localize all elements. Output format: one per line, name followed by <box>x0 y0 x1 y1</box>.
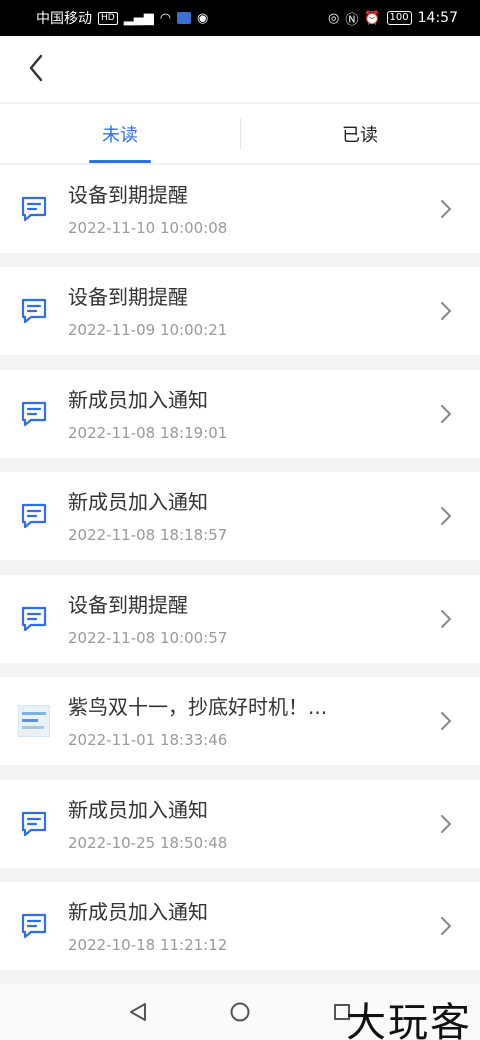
list-item[interactable]: 新成员加入通知 2022-11-08 18:19:01 <box>0 370 480 458</box>
chevron-right-icon <box>438 709 454 733</box>
message-title: 设备到期提醒 <box>68 593 188 617</box>
message-icon <box>18 193 50 225</box>
tab-unread-label: 未读 <box>102 124 138 146</box>
message-time: 2022-11-08 18:19:01 <box>68 424 228 442</box>
signal-icon: ▂▄▆ <box>123 10 154 26</box>
message-icon <box>18 808 50 840</box>
chevron-right-icon <box>438 197 454 221</box>
status-right: ◎ Ⓝ ⏰ 100 14:57 <box>328 9 458 28</box>
alarm-icon: ⏰ <box>364 10 381 26</box>
message-icon <box>18 295 50 327</box>
chevron-right-icon <box>438 402 454 426</box>
message-time: 2022-10-25 18:50:48 <box>68 834 228 852</box>
chevron-right-icon <box>438 812 454 836</box>
hd-badge: HD <box>98 11 118 25</box>
list-item[interactable]: 设备到期提醒 2022-11-08 10:00:57 <box>0 575 480 663</box>
tab-bar: 未读 已读 <box>0 104 480 164</box>
notification-icon: ◉ <box>197 10 209 26</box>
message-title: 设备到期提醒 <box>68 183 188 207</box>
chevron-right-icon <box>438 914 454 938</box>
message-icon <box>18 910 50 942</box>
back-button[interactable] <box>18 50 54 86</box>
nav-back-icon[interactable] <box>124 998 152 1026</box>
battery-icon: 100 <box>386 11 412 25</box>
tab-read-label: 已读 <box>342 124 378 146</box>
message-title: 新成员加入通知 <box>68 900 208 924</box>
list-item[interactable]: 新成员加入通知 2022-10-25 18:50:48 <box>0 780 480 868</box>
status-left: 中国移动 HD ▂▄▆ ◠ ◉ <box>36 8 208 28</box>
list-item[interactable]: 设备到期提醒 2022-11-10 10:00:08 <box>0 165 480 253</box>
clock: 14:57 <box>417 10 458 26</box>
status-bar: 中国移动 HD ▂▄▆ ◠ ◉ ◎ Ⓝ ⏰ 100 14:57 <box>0 0 480 36</box>
header <box>0 36 480 102</box>
message-time: 2022-11-09 10:00:21 <box>68 321 228 339</box>
message-time: 2022-11-08 18:18:57 <box>68 526 228 544</box>
message-time: 2022-10-18 11:21:12 <box>68 936 228 954</box>
list-item[interactable]: 设备到期提醒 2022-11-09 10:00:21 <box>0 267 480 355</box>
chevron-left-icon <box>29 54 43 82</box>
tab-divider <box>240 118 241 150</box>
chevron-right-icon <box>438 607 454 631</box>
tab-active-indicator <box>89 160 151 163</box>
message-title: 新成员加入通知 <box>68 490 208 514</box>
message-icon <box>18 500 50 532</box>
message-icon <box>18 603 50 635</box>
message-time: 2022-11-10 10:00:08 <box>68 219 228 237</box>
list-item[interactable]: 紫鸟双十一，抄底好时机！... 2022-11-01 18:33:46 <box>0 677 480 765</box>
watermark-logo: 大玩客 <box>346 1000 472 1040</box>
message-time: 2022-11-01 18:33:46 <box>68 731 228 749</box>
carrier-label: 中国移动 <box>36 11 92 27</box>
thumbnail-image <box>18 705 50 737</box>
message-title: 设备到期提醒 <box>68 285 188 309</box>
message-title: 新成员加入通知 <box>68 388 208 412</box>
nav-home-icon[interactable] <box>226 998 254 1026</box>
tab-read[interactable]: 已读 <box>240 104 480 163</box>
chevron-right-icon <box>438 504 454 528</box>
message-title: 新成员加入通知 <box>68 798 208 822</box>
tab-unread[interactable]: 未读 <box>0 104 240 163</box>
chevron-right-icon <box>438 299 454 323</box>
nfc-icon: Ⓝ <box>345 12 359 28</box>
message-time: 2022-11-08 10:00:57 <box>68 629 228 647</box>
app-notification-icon <box>177 12 192 24</box>
eye-icon: ◎ <box>328 10 340 26</box>
message-title: 紫鸟双十一，抄底好时机！... <box>68 695 328 719</box>
list-item[interactable]: 新成员加入通知 2022-11-08 18:18:57 <box>0 472 480 560</box>
list-item[interactable]: 新成员加入通知 2022-10-18 11:21:12 <box>0 882 480 970</box>
wifi-icon: ◠ <box>159 10 172 26</box>
message-icon <box>18 398 50 430</box>
